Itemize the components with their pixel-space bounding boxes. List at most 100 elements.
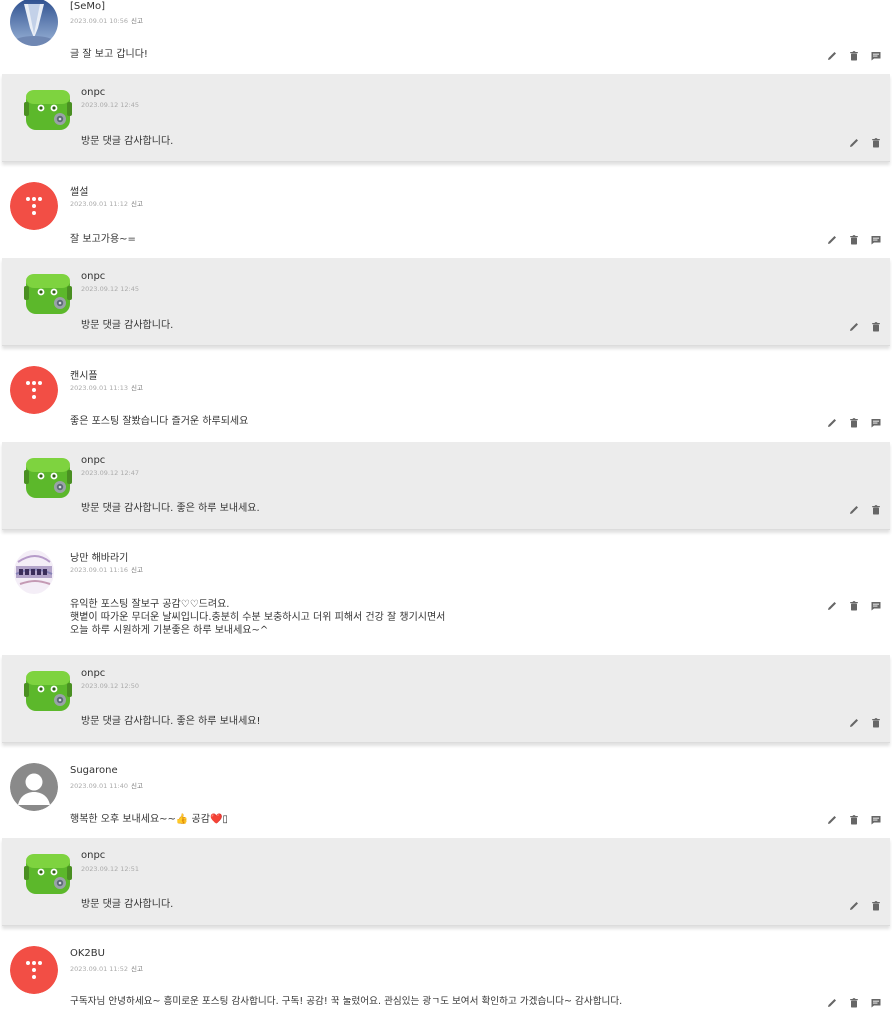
comment: 낭만 해바라기 2023.09.01 11:16 신고 유익한 포스팅 잘보구 공… <box>0 538 892 655</box>
pencil-icon[interactable] <box>826 814 838 826</box>
pencil-icon[interactable] <box>826 997 838 1009</box>
comment-actions <box>826 997 882 1009</box>
avatar-carpe-diem[interactable] <box>10 548 58 596</box>
trash-icon[interactable] <box>848 600 860 612</box>
pencil-icon[interactable] <box>848 504 860 516</box>
avatar-semo[interactable] <box>10 0 58 46</box>
avatar-gray-default[interactable] <box>10 763 58 811</box>
comment: 캔시플 2023.09.01 11:13 신고 좋은 포스팅 잘봤습니다 즐거운 … <box>0 354 892 442</box>
trash-icon[interactable] <box>870 504 882 516</box>
report-link[interactable]: 신고 <box>131 566 143 574</box>
reply-author[interactable]: onpc <box>81 271 105 282</box>
comment-date: 2023.09.01 10:56 <box>70 17 129 25</box>
reply-date: 2023.09.12 12:45 <box>81 101 140 109</box>
reply-text: 방문 댓글 감사합니다. <box>81 899 174 910</box>
reply-actions <box>848 504 882 516</box>
comment-date: 2023.09.01 11:40 <box>70 782 129 790</box>
pencil-icon[interactable] <box>826 50 838 62</box>
comment: OK2BU 2023.09.01 11:52 신고 구독자님 안녕하세요~ 흥미로… <box>0 934 892 1024</box>
pencil-icon[interactable] <box>826 600 838 612</box>
comment-icon[interactable] <box>870 417 882 429</box>
pencil-icon[interactable] <box>848 900 860 912</box>
pencil-icon[interactable] <box>848 717 860 729</box>
comment-actions <box>826 417 882 429</box>
comment-text: 구독자님 안녕하세요~ 흥미로운 포스팅 감사합니다. 구독! 공감! 꾹 눌렀… <box>70 996 623 1007</box>
comment-icon[interactable] <box>870 600 882 612</box>
reply-date: 2023.09.12 12:51 <box>81 865 140 873</box>
comment-text: 좋은 포스팅 잘봤습니다 즐거운 하루되세요 <box>70 416 249 427</box>
avatar-red-default[interactable] <box>10 946 58 994</box>
trash-icon[interactable] <box>870 900 882 912</box>
comment-actions <box>826 600 882 612</box>
comment-meta: 2023.09.01 11:16 신고 <box>70 564 143 574</box>
comment-text: 유익한 포스팅 잘보구 공감♡♡드려요. 햇볕이 따가운 무더운 날씨입니다.충… <box>70 599 446 636</box>
trash-icon[interactable] <box>848 234 860 246</box>
comment-meta: 2023.09.01 11:52 신고 <box>70 963 143 973</box>
reply-text: 방문 댓글 감사합니다. <box>81 136 174 147</box>
comment-author[interactable]: 낭만 해바라기 <box>70 549 128 564</box>
comment-author[interactable]: 썰설 <box>70 183 88 198</box>
comment-meta: 2023.09.01 11:13 신고 <box>70 382 143 392</box>
red-default-avatar-image <box>10 366 58 414</box>
onpc-avatar-image <box>24 90 72 130</box>
red-default-avatar-image <box>10 946 58 994</box>
onpc-avatar-image <box>24 274 72 314</box>
semo-avatar-image <box>10 0 58 46</box>
comment-icon[interactable] <box>870 50 882 62</box>
avatar-red-default[interactable] <box>10 182 58 230</box>
comment-actions <box>826 50 882 62</box>
reply-author[interactable]: onpc <box>81 455 105 466</box>
trash-icon[interactable] <box>870 137 882 149</box>
comment-icon[interactable] <box>870 234 882 246</box>
avatar-red-default[interactable] <box>10 366 58 414</box>
trash-icon[interactable] <box>848 50 860 62</box>
reply-date: 2023.09.12 12:47 <box>81 469 140 477</box>
reply-actions <box>848 137 882 149</box>
carpe-diem-avatar-image <box>10 548 58 596</box>
avatar-onpc[interactable] <box>24 454 72 502</box>
reply: onpc 2023.09.12 12:50 방문 댓글 감사합니다. 좋은 하루… <box>2 655 890 743</box>
report-link[interactable]: 신고 <box>131 965 143 973</box>
comment-author[interactable]: Sugarone <box>70 765 118 776</box>
comment: Sugarone 2023.09.01 11:40 신고 행복한 오후 보내세요~… <box>0 751 892 838</box>
reply-actions <box>848 717 882 729</box>
comment-meta: 2023.09.01 10:56 신고 <box>70 15 143 25</box>
reply-author[interactable]: onpc <box>81 850 105 861</box>
comment-date: 2023.09.01 11:12 <box>70 200 129 208</box>
pencil-icon[interactable] <box>826 234 838 246</box>
comment-actions <box>826 814 882 826</box>
report-link[interactable]: 신고 <box>131 782 143 790</box>
reply-date: 2023.09.12 12:45 <box>81 285 140 293</box>
reply-actions <box>848 321 882 333</box>
trash-icon[interactable] <box>848 814 860 826</box>
avatar-onpc[interactable] <box>24 86 72 134</box>
pencil-icon[interactable] <box>848 137 860 149</box>
pencil-icon[interactable] <box>826 417 838 429</box>
trash-icon[interactable] <box>870 321 882 333</box>
report-link[interactable]: 신고 <box>131 200 143 208</box>
comment-icon[interactable] <box>870 814 882 826</box>
reply-actions <box>848 900 882 912</box>
pencil-icon[interactable] <box>848 321 860 333</box>
avatar-onpc[interactable] <box>24 850 72 898</box>
reply-author[interactable]: onpc <box>81 668 105 679</box>
trash-icon[interactable] <box>848 417 860 429</box>
comment-icon[interactable] <box>870 997 882 1009</box>
reply-author[interactable]: onpc <box>81 87 105 98</box>
avatar-onpc[interactable] <box>24 667 72 715</box>
comment-meta: 2023.09.01 11:12 신고 <box>70 198 143 208</box>
report-link[interactable]: 신고 <box>131 384 143 392</box>
reply: onpc 2023.09.12 12:45 방문 댓글 감사합니다. <box>2 74 890 162</box>
comment-date: 2023.09.01 11:52 <box>70 965 129 973</box>
avatar-onpc[interactable] <box>24 270 72 318</box>
comment-text: 잘 보고가용~= <box>70 234 136 245</box>
red-default-avatar-image <box>10 182 58 230</box>
comment-actions <box>826 234 882 246</box>
trash-icon[interactable] <box>870 717 882 729</box>
comment-author[interactable]: 캔시플 <box>70 367 98 382</box>
comment-author[interactable]: OK2BU <box>70 948 105 959</box>
trash-icon[interactable] <box>848 997 860 1009</box>
report-link[interactable]: 신고 <box>131 17 143 25</box>
comment-author[interactable]: [SeMo] <box>70 1 105 12</box>
comment: 썰설 2023.09.01 11:12 신고 잘 보고가용~= <box>0 170 892 258</box>
